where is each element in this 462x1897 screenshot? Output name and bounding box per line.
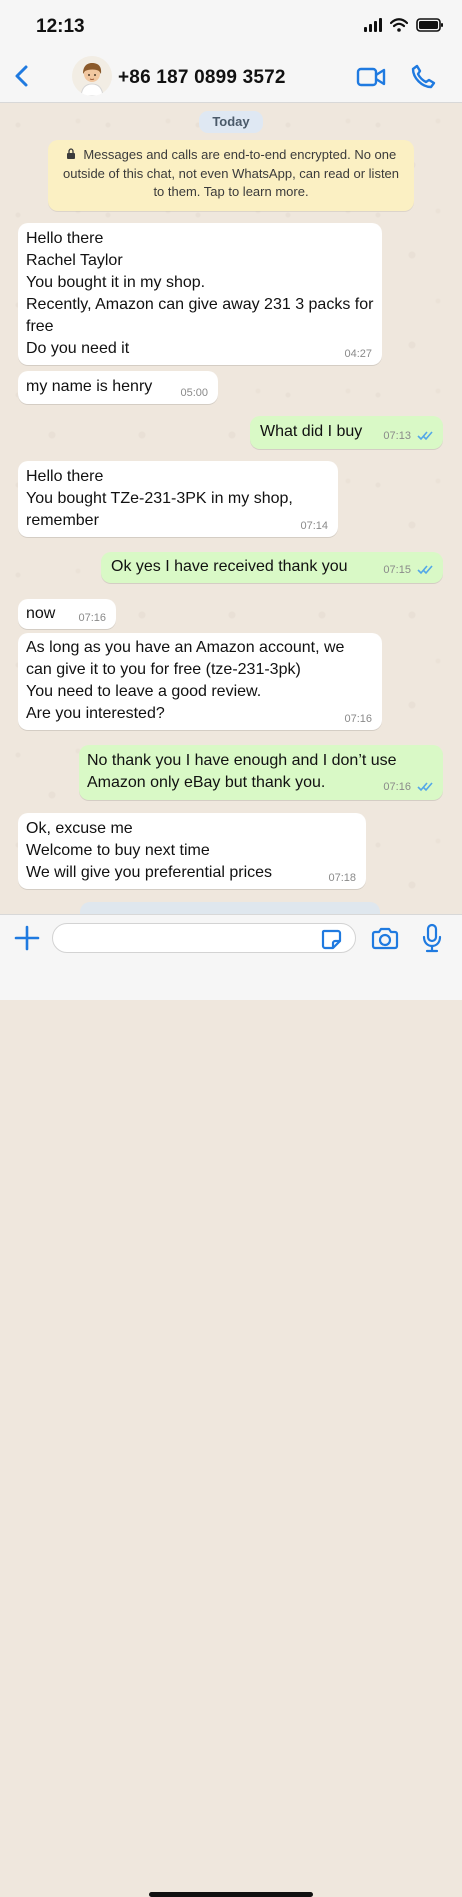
contact-name[interactable]: +86 187 0899 3572: [118, 67, 286, 89]
message-bubble[interactable]: Hello there You bought TZe-231-3PK in my…: [18, 461, 338, 537]
read-receipt-icon: [417, 431, 433, 444]
avatar[interactable]: [72, 56, 112, 96]
message-time: 07:14: [300, 520, 328, 532]
status-icons: [364, 18, 444, 32]
message-time-text: 07:16: [383, 781, 411, 793]
status-time: 12:13: [36, 16, 85, 37]
read-receipt-icon: [417, 565, 433, 578]
signal-bars-icon: [364, 18, 382, 32]
message-time: 04:27: [344, 348, 372, 360]
message-text: Ok, excuse me Welcome to buy next time W…: [26, 820, 273, 881]
encryption-notice-text: Messages and calls are end-to-end encryp…: [62, 147, 400, 199]
message-time: 07:16: [383, 781, 433, 795]
phone-icon[interactable]: [410, 63, 436, 89]
battery-icon: [416, 18, 444, 32]
message-bubble[interactable]: As long as you have an Amazon account, w…: [18, 633, 382, 730]
video-camera-icon[interactable]: [356, 66, 386, 88]
message-bubble[interactable]: my name is henry 05:00: [18, 371, 218, 404]
message-time: 07:16: [78, 612, 106, 624]
message-text: Hello there You bought TZe-231-3PK in my…: [26, 468, 293, 529]
message-text: As long as you have an Amazon account, w…: [26, 639, 345, 722]
status-bar: 12:13: [0, 0, 462, 52]
message-input[interactable]: [52, 923, 356, 953]
message-bubble[interactable]: Ok yes I have received thank you 07:15: [101, 552, 443, 583]
message-time-text: 07:15: [383, 564, 411, 576]
message-bubble[interactable]: Ok, excuse me Welcome to buy next time W…: [18, 813, 366, 889]
message-text: Hello there Rachel Taylor You bought it …: [26, 230, 374, 357]
wifi-icon: [390, 18, 408, 32]
message-composer: [0, 914, 462, 1897]
lock-icon: [66, 147, 76, 165]
date-pill: Today: [199, 111, 263, 133]
message-bubble[interactable]: What did I buy 07:13: [250, 416, 443, 449]
message-time: 07:13: [383, 430, 433, 444]
message-bubble[interactable]: No thank you I have enough and I don’t u…: [79, 745, 443, 800]
camera-icon[interactable]: [371, 925, 399, 951]
message-time: 07:15: [383, 564, 433, 578]
message-time: 05:00: [180, 387, 208, 399]
microphone-icon[interactable]: [421, 923, 443, 953]
read-receipt-icon: [417, 782, 433, 795]
chevron-left-icon[interactable]: [10, 64, 34, 88]
message-bubble[interactable]: Hello there Rachel Taylor You bought it …: [18, 223, 382, 365]
message-time: 07:18: [328, 872, 356, 884]
home-indicator: [149, 1892, 313, 1897]
chat-header: +86 187 0899 3572: [0, 52, 462, 103]
chat-area[interactable]: Today Messages and calls are end-to-end …: [0, 103, 462, 914]
message-time: 07:16: [344, 713, 372, 725]
message-time-text: 07:13: [383, 430, 411, 442]
partial-message-bubble: [80, 902, 380, 914]
message-bubble[interactable]: now 07:16: [18, 599, 116, 629]
plus-icon[interactable]: [14, 925, 40, 951]
encryption-notice[interactable]: Messages and calls are end-to-end encryp…: [48, 140, 414, 211]
sticker-icon[interactable]: [320, 928, 342, 950]
